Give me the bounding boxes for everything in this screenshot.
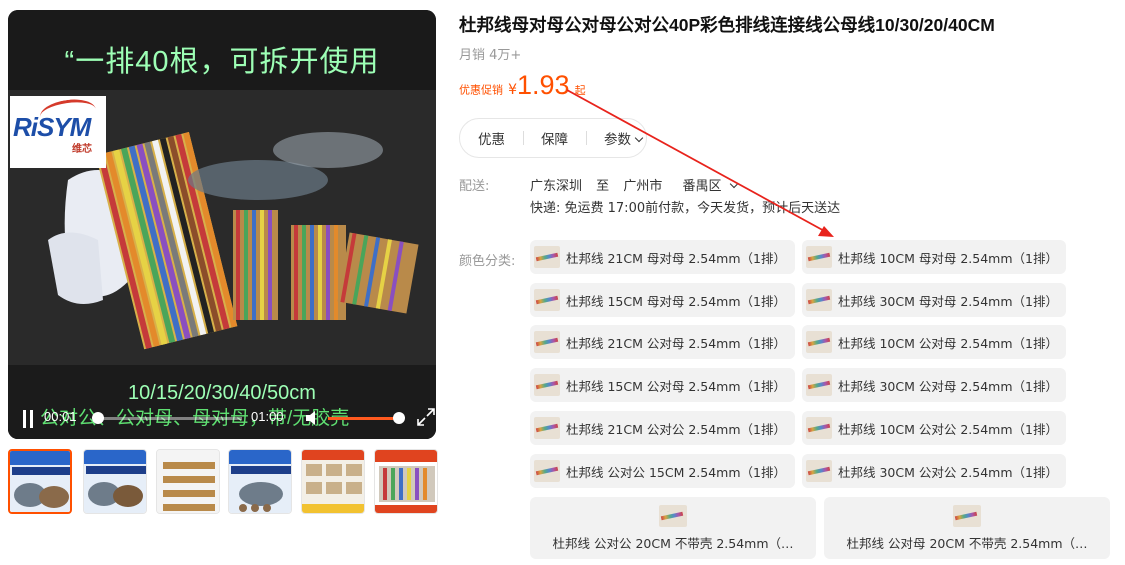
brand-logo: RiSYM 维芯	[10, 96, 106, 168]
sku-option[interactable]: 杜邦线 15CM 母对母 2.54mm（1排）	[530, 283, 795, 317]
video-caption-lengths: 10/15/20/30/40/50cm	[128, 382, 316, 404]
sku-label: 杜邦线 21CM 母对母 2.54mm（1排）	[566, 250, 786, 266]
sku-option[interactable]: 杜邦线 30CM 母对母 2.54mm（1排）	[802, 283, 1066, 317]
thumbnail-2[interactable]	[83, 449, 147, 514]
sku-label: 杜邦线 10CM 母对母 2.54mm（1排）	[838, 250, 1058, 266]
thumbnail-4[interactable]	[228, 449, 292, 514]
sku-option[interactable]: 杜邦线 21CM 母对母 2.54mm（1排）	[530, 240, 795, 274]
sku-thumbnail	[953, 504, 981, 527]
thumbnail-3-image	[157, 450, 219, 513]
thumbnail-5-image	[302, 450, 364, 513]
sku-option[interactable]: 杜邦线 公对公 20CM 不带壳 2.54mm（…	[530, 497, 816, 559]
shipping-label: 配送:	[459, 179, 490, 194]
volume-slider[interactable]	[328, 417, 400, 420]
sku-label: 杜邦线 21CM 公对母 2.54mm（1排）	[566, 335, 786, 351]
ship-from: 广东深圳	[530, 179, 583, 194]
sku-option[interactable]: 杜邦线 30CM 公对母 2.54mm（1排）	[802, 368, 1066, 402]
chevron-down-icon	[634, 133, 644, 143]
time-current: 00:01	[44, 409, 77, 424]
info-tabs: 优惠 保障 参数	[459, 118, 647, 158]
product-title: 杜邦线母对母公对母公对公40P彩色排线连接线公母线10/30/20/40CM	[459, 15, 995, 35]
sku-label: 杜邦线 15CM 公对母 2.54mm（1排）	[566, 378, 786, 394]
volume-handle[interactable]	[393, 412, 405, 424]
video-caption-top: “一排40根，可拆开使用	[64, 46, 380, 78]
thumbnail-1[interactable]	[8, 449, 72, 514]
sku-thumbnail	[534, 246, 560, 268]
sku-label: 杜邦线 30CM 母对母 2.54mm（1排）	[838, 293, 1058, 309]
sku-label: 杜邦线 10CM 公对母 2.54mm（1排）	[838, 335, 1058, 351]
thumbnail-6-image	[375, 450, 437, 513]
sku-thumbnail	[806, 289, 832, 311]
tab-params-label: 参数	[604, 132, 631, 148]
currency-symbol: ¥	[508, 82, 518, 98]
sku-thumbnail	[806, 417, 832, 439]
sku-option[interactable]: 杜邦线 10CM 母对母 2.54mm（1排）	[802, 240, 1066, 274]
volume-icon[interactable]	[304, 409, 322, 427]
progress-handle[interactable]	[92, 412, 104, 424]
sku-label: 杜邦线 21CM 公对公 2.54mm（1排）	[566, 421, 786, 437]
sku-label: 杜邦线 公对公 20CM 不带壳 2.54mm（…	[552, 535, 794, 551]
pause-icon[interactable]	[21, 410, 35, 428]
thumbnail-6[interactable]	[374, 449, 438, 514]
sku-thumbnail	[806, 460, 832, 482]
sku-label: 杜邦线 公对母 20CM 不带壳 2.54mm（…	[846, 535, 1088, 551]
sku-option[interactable]: 杜邦线 30CM 公对公 2.54mm（1排）	[802, 454, 1066, 488]
sku-option[interactable]: 杜邦线 公对公 15CM 2.54mm（1排）	[530, 454, 795, 488]
sku-option[interactable]: 杜邦线 21CM 公对母 2.54mm（1排）	[530, 325, 795, 359]
time-duration: 01:00	[251, 409, 284, 424]
sku-thumbnail	[534, 460, 560, 482]
sku-option[interactable]: 杜邦线 公对母 20CM 不带壳 2.54mm（…	[824, 497, 1110, 559]
shipping-express: 快递: 免运费 17:00前付款，今天发货，预计后天送达	[530, 201, 841, 216]
thumbnail-4-image	[229, 450, 291, 513]
sku-thumbnail	[534, 417, 560, 439]
sku-thumbnail	[534, 289, 560, 311]
sku-label: 杜邦线 公对公 15CM 2.54mm（1排）	[566, 464, 786, 480]
shipping-route[interactable]: 广东深圳 至 广州市 番禺区	[530, 175, 739, 194]
monthly-sales: 月销 4万+	[459, 48, 522, 63]
price-value: 1.93	[517, 70, 570, 100]
color-label: 颜色分类:	[459, 254, 516, 269]
sku-label: 杜邦线 30CM 公对母 2.54mm（1排）	[838, 378, 1058, 394]
sku-label: 杜邦线 10CM 公对公 2.54mm（1排）	[838, 421, 1058, 437]
thumbnail-3[interactable]	[156, 449, 220, 514]
tab-params[interactable]: 参数	[586, 128, 660, 148]
sku-thumbnail	[806, 374, 832, 396]
tab-discount[interactable]: 优惠	[460, 128, 523, 148]
ship-district: 番禺区	[682, 179, 722, 194]
sku-thumbnail	[659, 504, 687, 527]
sku-option[interactable]: 杜邦线 10CM 公对公 2.54mm（1排）	[802, 411, 1066, 445]
thumbnail-2-image	[84, 450, 146, 513]
sku-label: 杜邦线 30CM 公对公 2.54mm（1排）	[838, 464, 1058, 480]
sku-thumbnail	[534, 374, 560, 396]
logo-text: RiSYM	[13, 112, 91, 142]
ship-to-word: 至	[596, 179, 610, 194]
price-label: 优惠促销	[459, 83, 503, 97]
sku-option[interactable]: 杜邦线 10CM 公对母 2.54mm（1排）	[802, 325, 1066, 359]
price-row: 优惠促销 ¥1.93 起	[459, 70, 586, 101]
tab-guarantee[interactable]: 保障	[523, 128, 586, 148]
sku-thumbnail	[806, 246, 832, 268]
thumbnail-5[interactable]	[301, 449, 365, 514]
thumbnail-1-image	[10, 451, 70, 512]
sku-option[interactable]: 杜邦线 21CM 公对公 2.54mm（1排）	[530, 411, 795, 445]
logo-subtext: 维芯	[72, 144, 92, 155]
fullscreen-icon[interactable]	[416, 407, 436, 427]
price-suffix: 起	[574, 84, 586, 97]
ship-city: 广州市	[623, 179, 663, 194]
sku-option[interactable]: 杜邦线 15CM 公对母 2.54mm（1排）	[530, 368, 795, 402]
sku-thumbnail	[534, 331, 560, 353]
product-video-player[interactable]: “一排40根，可拆开使用 RiSYM 维芯 10/15/20/30/40/50c…	[8, 10, 436, 439]
sku-label: 杜邦线 15CM 母对母 2.54mm（1排）	[566, 293, 786, 309]
progress-bar[interactable]	[94, 417, 242, 420]
sku-thumbnail	[806, 331, 832, 353]
chevron-down-icon[interactable]	[730, 179, 739, 189]
